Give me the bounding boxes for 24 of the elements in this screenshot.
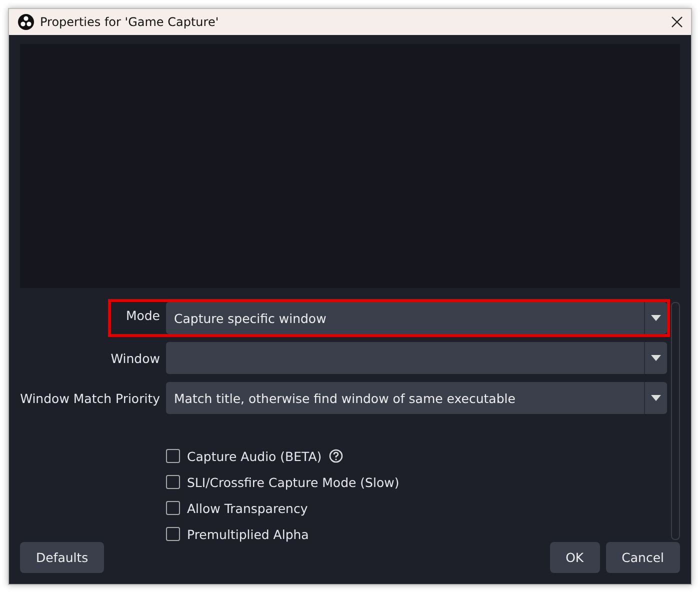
checkbox[interactable] xyxy=(166,527,180,541)
dialog-button[interactable]: Cancel xyxy=(606,542,680,573)
window-title: Properties for 'Game Capture' xyxy=(40,15,220,29)
app-logo-icon xyxy=(18,14,34,30)
caret-icon[interactable] xyxy=(651,395,661,401)
help-icon[interactable] xyxy=(328,449,343,463)
checkbox-label[interactable]: SLI/Crossfire Capture Mode (Slow) xyxy=(187,474,400,490)
field-label: Mode xyxy=(124,307,160,323)
field-label: Window xyxy=(110,350,160,366)
caret-icon[interactable] xyxy=(651,355,661,361)
caret-icon[interactable] xyxy=(651,315,661,321)
close-icon[interactable] xyxy=(671,16,683,28)
checkbox-label[interactable]: Premultiplied Alpha xyxy=(187,526,309,542)
scrollbar[interactable] xyxy=(671,302,680,540)
dropdown[interactable]: Match title, otherwise find window of same executable xyxy=(166,382,667,414)
checkbox-label[interactable]: Capture Audio (BETA) xyxy=(187,448,322,464)
checkbox[interactable] xyxy=(166,501,180,515)
checkbox-label[interactable]: Allow Transparency xyxy=(187,500,308,516)
checkbox[interactable] xyxy=(166,449,180,463)
dialog-button[interactable]: OK xyxy=(550,542,600,573)
checkbox[interactable] xyxy=(166,475,180,489)
dialog-button[interactable]: Defaults xyxy=(20,542,104,573)
dropdown[interactable]: Capture specific window xyxy=(166,302,667,334)
field-label: Window Match Priority xyxy=(20,390,160,406)
